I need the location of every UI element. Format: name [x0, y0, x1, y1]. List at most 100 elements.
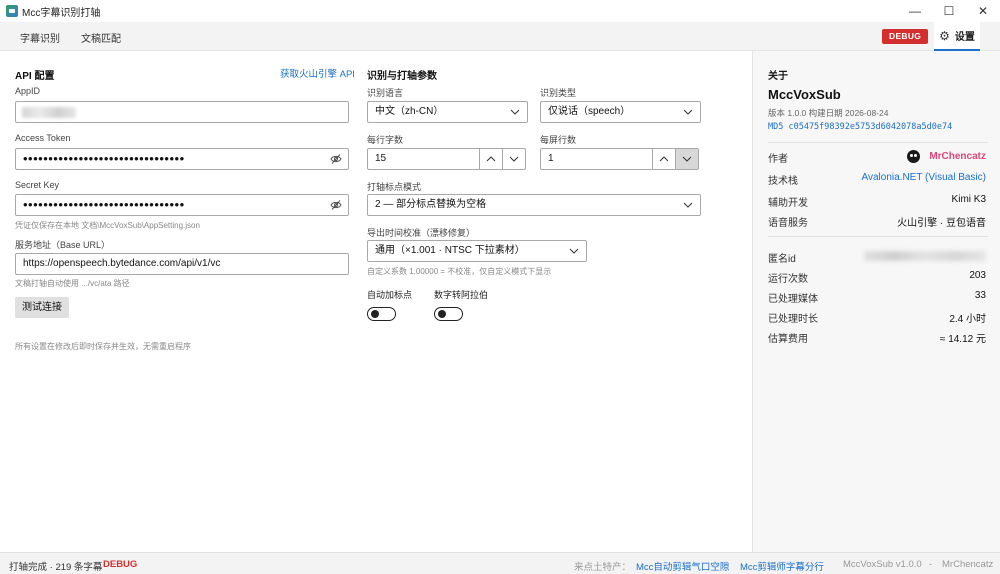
lines-per-screen-stepper: 1	[540, 148, 701, 170]
promo-link-gap-editor[interactable]: Mcc自动剪辑气口空隙	[636, 559, 729, 573]
app-name: MccVoxSub	[768, 87, 841, 102]
num-convert-label: 数字转阿拉伯	[434, 290, 489, 300]
debug-badge: DEBUG	[882, 29, 929, 44]
divider	[768, 142, 988, 143]
speech-service-key: 语音服务	[768, 218, 808, 229]
processed-media-value: 33	[974, 290, 986, 301]
chars-increment-button[interactable]	[479, 148, 503, 170]
status-bar: 打轴完成 · 219 条字幕 DEBUG 来点土特产： Mcc自动剪辑气口空隙 …	[0, 552, 1000, 574]
tab-script-match[interactable]: 文稿匹配	[81, 30, 121, 45]
punct-label: 打轴标点模式	[367, 182, 422, 192]
status-author: MrChencatz	[942, 559, 994, 570]
window-title: Mcc字幕识别打轴	[22, 7, 101, 19]
toggle-knob	[371, 310, 379, 318]
speech-service-value: 火山引擎 · 豆包语音	[897, 218, 986, 229]
processed-duration-key: 已处理时长	[768, 314, 818, 325]
maximize-button[interactable]: ☐	[932, 0, 966, 22]
status-message: 打轴完成 · 219 条字幕	[9, 562, 103, 573]
chevron-down-icon	[509, 156, 519, 162]
window-controls: — ☐ ✕	[898, 0, 1000, 22]
eye-off-icon[interactable]	[330, 153, 342, 165]
title-bar: Mcc字幕识别打轴 — ☐ ✕	[0, 0, 1000, 22]
settings-save-hint: 所有设置在修改后即时保存并生效，无需重启程序	[15, 342, 191, 351]
time-calib-hint: 自定义系数 1.00000 = 不校准，仅自定义模式下显示	[367, 267, 552, 276]
type-label: 识别类型	[540, 88, 577, 98]
url-label: 服务地址（Base URL）	[15, 240, 111, 250]
language-value: 中文（zh-CN）	[375, 106, 444, 117]
chevron-down-icon	[569, 248, 579, 254]
auto-punct-label: 自动加标点	[367, 290, 413, 300]
num-convert-toggle[interactable]	[434, 307, 463, 321]
author-value[interactable]: MrChencatz	[929, 151, 986, 162]
punct-mode-select[interactable]: 2 — 部分标点替换为空格	[367, 194, 701, 216]
eye-off-icon[interactable]	[330, 199, 342, 211]
chevron-down-icon	[682, 156, 692, 162]
divider	[768, 236, 988, 237]
lang-label: 识别语言	[367, 88, 404, 98]
token-value: ••••••••••••••••••••••••••••••••	[23, 151, 185, 166]
get-api-link[interactable]: 获取火山引擎 API	[280, 66, 355, 80]
md5-hash[interactable]: MD5 c05475f98392e5753d6042078a5d0e74	[768, 122, 952, 132]
time-calib-label: 导出时间校准（漂移修复）	[367, 228, 476, 238]
close-button[interactable]: ✕	[966, 0, 1000, 22]
tech-stack-value[interactable]: Avalonia.NET (Visual Basic)	[861, 172, 986, 183]
version-info: 版本 1.0.0 构建日期 2026-08-24	[768, 108, 889, 118]
estimated-cost-value: ≈ 14.12 元	[939, 334, 986, 345]
assist-dev-value: Kimi K3	[951, 194, 986, 205]
appid-field[interactable]	[15, 101, 349, 123]
author-avatar	[907, 150, 920, 163]
token-field[interactable]: ••••••••••••••••••••••••••••••••	[15, 148, 349, 170]
base-url-value: https://openspeech.bytedance.com/api/v1/…	[23, 258, 221, 269]
chars-label: 每行字数	[367, 135, 404, 145]
minimize-button[interactable]: —	[898, 0, 932, 22]
tech-stack-key: 技术栈	[768, 176, 798, 187]
appid-label: AppID	[15, 86, 41, 96]
url-hint: 文稿打轴自动使用 .../vc/ata 路径	[15, 279, 130, 288]
status-debug: DEBUG	[103, 559, 138, 570]
chars-per-line-stepper: 15	[367, 148, 528, 170]
secret-value: ••••••••••••••••••••••••••••••••	[23, 197, 185, 212]
recognition-type-select[interactable]: 仅说话（speech）	[540, 101, 701, 123]
app-icon	[6, 5, 18, 17]
lines-decrement-button[interactable]	[675, 148, 699, 170]
base-url-field[interactable]: https://openspeech.bytedance.com/api/v1/…	[15, 253, 349, 275]
time-calib-value: 通用（×1.001 · NTSC 下拉素材）	[375, 245, 525, 256]
author-key: 作者	[768, 154, 788, 165]
chevron-up-icon	[486, 156, 496, 162]
lines-increment-button[interactable]	[652, 148, 676, 170]
params-section-title: 识别与打轴参数	[367, 71, 437, 82]
chevron-down-icon	[683, 109, 693, 115]
chars-decrement-button[interactable]	[502, 148, 526, 170]
processed-media-key: 已处理媒体	[768, 294, 818, 305]
anon-id-redacted	[864, 251, 986, 261]
auto-punct-toggle[interactable]	[367, 307, 396, 321]
chars-per-line-input[interactable]: 15	[367, 148, 480, 170]
estimated-cost-key: 估算费用	[768, 334, 808, 345]
anon-id-key: 匿名id	[768, 254, 796, 265]
lines-label: 每屏行数	[540, 135, 577, 145]
promo-link-subtitle-split[interactable]: Mcc剪辑师字幕分行	[740, 559, 824, 573]
tab-subtitle-recognition[interactable]: 字幕识别	[20, 30, 60, 45]
nav-bar: 字幕识别 文稿匹配 DEBUG ⚙ 设置	[0, 22, 1000, 51]
toggle-knob	[438, 310, 446, 318]
about-title: 关于	[768, 71, 788, 82]
assist-dev-key: 辅助开发	[768, 198, 808, 209]
time-calib-select[interactable]: 通用（×1.001 · NTSC 下拉素材）	[367, 240, 587, 262]
secret-field[interactable]: ••••••••••••••••••••••••••••••••	[15, 194, 349, 216]
language-select[interactable]: 中文（zh-CN）	[367, 101, 528, 123]
processed-duration-value: 2.4 小时	[949, 314, 986, 325]
tab-settings-label: 设置	[954, 32, 975, 43]
lines-per-screen-input[interactable]: 1	[540, 148, 653, 170]
token-label: Access Token	[15, 133, 71, 143]
run-count-key: 运行次数	[768, 274, 808, 285]
chevron-up-icon	[659, 156, 669, 162]
tab-settings[interactable]: ⚙ 设置	[934, 22, 980, 51]
promo-label: 来点土特产：	[574, 562, 632, 573]
settings-main: API 配置 获取火山引擎 API AppID Access Token •••…	[0, 51, 752, 552]
chevron-down-icon	[510, 109, 520, 115]
secret-hint: 凭证仅保存在本地 文档\MccVoxSub\AppSetting.json	[15, 221, 200, 230]
punct-mode-value: 2 — 部分标点替换为空格	[375, 199, 487, 210]
secret-label: Secret Key	[15, 180, 60, 190]
chevron-down-icon	[683, 202, 693, 208]
test-connection-button[interactable]: 测试连接	[15, 297, 69, 318]
